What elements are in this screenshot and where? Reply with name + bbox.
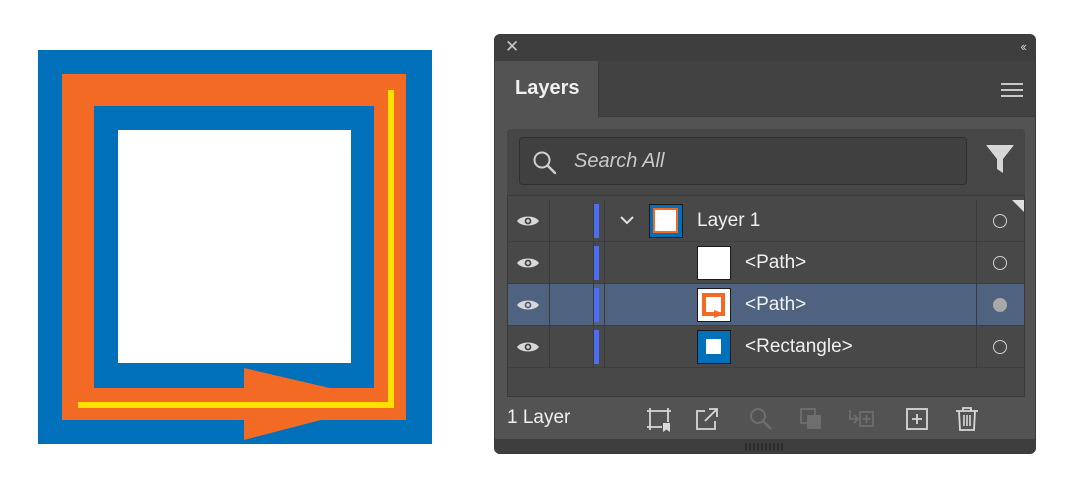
panel-resize-bar[interactable] (495, 439, 1035, 453)
lock-toggle[interactable] (550, 284, 594, 326)
panel-footer: 1 Layer (495, 401, 1035, 441)
trash-icon[interactable] (953, 405, 981, 433)
layer-thumbnail (649, 204, 683, 238)
selection-corner-icon (1012, 200, 1024, 212)
lock-toggle[interactable] (550, 200, 594, 242)
layer-count: 1 Layer (507, 407, 571, 428)
layer-name: <Path> (745, 252, 807, 273)
layer-content[interactable]: <Path> (604, 284, 976, 326)
panel-tab-strip: Layers (495, 61, 1035, 118)
target-circle-icon[interactable] (993, 298, 1007, 312)
layer-name: Layer 1 (697, 210, 761, 231)
layer-row-path[interactable]: <Path> (508, 242, 1024, 284)
artwork-canvas (38, 50, 432, 444)
layer-row-path-selected[interactable]: <Path> (508, 284, 1024, 326)
visibility-toggle[interactable] (508, 326, 550, 368)
layer-color-bar (594, 246, 599, 280)
target-column[interactable] (976, 242, 1024, 284)
layer-color-bar (594, 330, 599, 364)
resize-grip-icon[interactable] (745, 443, 785, 451)
layers-panel: ✕ ‹‹ Layers Search All Layer 1 <Path> <P… (494, 34, 1036, 454)
layer-color-bar (594, 204, 599, 238)
target-circle-icon[interactable] (993, 256, 1007, 270)
close-icon[interactable]: ✕ (505, 38, 521, 55)
layer-list: Layer 1 <Path> <Path> <Rectangle> (507, 195, 1025, 397)
arrow-path-thumbnail (697, 288, 731, 322)
visibility-toggle[interactable] (508, 200, 550, 242)
target-column[interactable] (976, 284, 1024, 326)
target-column[interactable] (976, 200, 1024, 242)
collapse-panel-icon[interactable]: ‹‹ (1020, 39, 1027, 55)
search-icon (533, 151, 557, 175)
panel-title-bar: ✕ ‹‹ (495, 35, 1035, 61)
rectangle-thumbnail (697, 330, 731, 364)
artboard-collect-icon[interactable] (645, 405, 673, 433)
eye-icon (517, 216, 539, 226)
layer-color-bar (594, 288, 599, 322)
filter-icon[interactable] (985, 143, 1015, 175)
target-column[interactable] (976, 326, 1024, 368)
layer-row-layer-1[interactable]: Layer 1 (508, 200, 1024, 242)
white-square-shape (118, 130, 351, 363)
target-circle-icon[interactable] (993, 214, 1007, 228)
path-thumbnail (697, 246, 731, 280)
chevron-down-icon[interactable] (619, 212, 635, 228)
locate-object-icon (750, 408, 772, 430)
eye-icon (517, 342, 539, 352)
layer-name: <Path> (745, 294, 807, 315)
layer-row-rectangle[interactable]: <Rectangle> (508, 326, 1024, 368)
layer-content[interactable]: <Rectangle> (604, 326, 976, 368)
lock-toggle[interactable] (550, 326, 594, 368)
layer-content[interactable]: Layer 1 (604, 200, 976, 242)
visibility-toggle[interactable] (508, 242, 550, 284)
new-layer-icon[interactable] (903, 405, 931, 433)
tab-label: Layers (515, 77, 580, 99)
search-input[interactable] (574, 147, 954, 175)
layer-name: <Rectangle> (745, 336, 853, 357)
export-icon[interactable] (693, 405, 721, 433)
eye-icon (517, 258, 539, 268)
target-circle-icon[interactable] (993, 340, 1007, 354)
lock-toggle[interactable] (550, 242, 594, 284)
eye-icon (517, 300, 539, 310)
search-area (507, 129, 1025, 195)
layer-content[interactable]: <Path> (604, 242, 976, 284)
sublayer-icon (849, 410, 874, 427)
clipping-mask-icon (800, 408, 821, 429)
search-box[interactable] (519, 137, 967, 185)
panel-menu-icon[interactable] (1001, 83, 1023, 97)
tab-layers[interactable]: Layers (495, 61, 599, 118)
visibility-toggle[interactable] (508, 284, 550, 326)
artwork-illustration (38, 50, 432, 444)
